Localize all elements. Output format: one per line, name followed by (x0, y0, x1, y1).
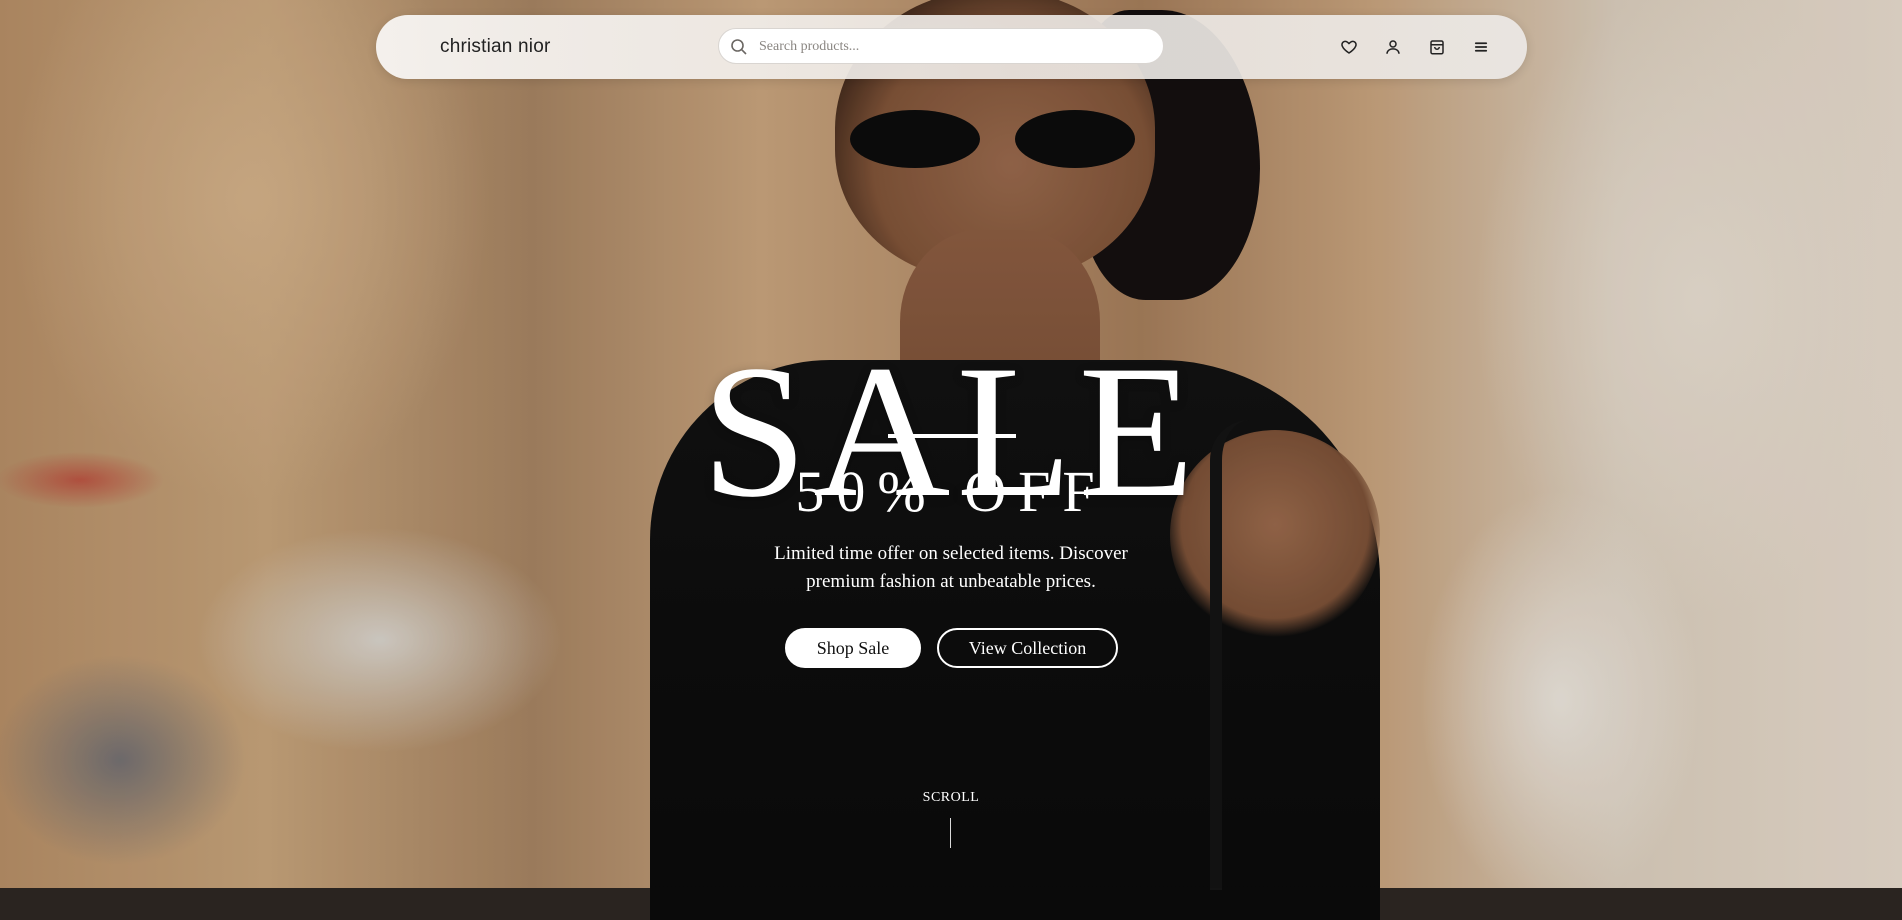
nav-actions (1337, 35, 1493, 59)
shopping-bag-icon[interactable] (1425, 35, 1449, 59)
search-icon (730, 38, 748, 56)
hero-divider (888, 434, 1016, 438)
scroll-indicator-label: SCROLL (922, 790, 980, 805)
heart-icon[interactable] (1337, 35, 1361, 59)
menu-icon[interactable] (1469, 35, 1493, 59)
shop-sale-button[interactable]: Shop Sale (785, 628, 921, 668)
brand-logo[interactable]: christian nior (440, 15, 551, 79)
hero-description: Limited time offer on selected items. Di… (774, 543, 1128, 592)
search-bar (718, 28, 1164, 65)
navbar: christian nior (376, 15, 1527, 79)
search-input[interactable] (757, 29, 1151, 65)
scroll-indicator-line (950, 818, 951, 848)
user-icon[interactable] (1381, 35, 1405, 59)
hero-discount: 50% OFF (795, 459, 1107, 524)
view-collection-button[interactable]: View Collection (937, 628, 1118, 668)
